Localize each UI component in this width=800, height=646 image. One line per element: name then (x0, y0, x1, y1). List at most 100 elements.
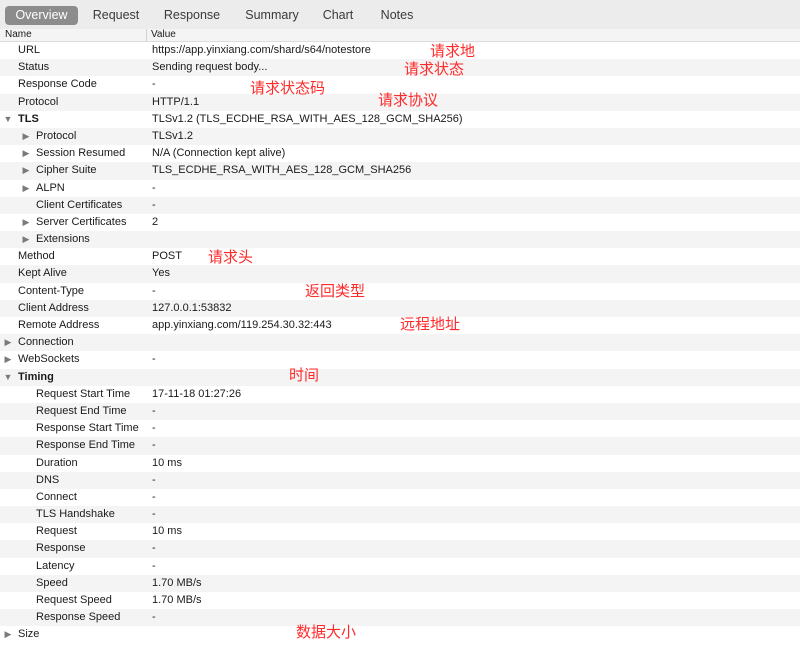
row-name: Request (36, 525, 77, 538)
annotation-content-type: 返回类型 (305, 282, 366, 300)
row-name: Size (18, 628, 40, 641)
table-row[interactable]: ▶ Cipher Suite TLS_ECDHE_RSA_WITH_AES_128_… (0, 162, 800, 180)
disclosure-collapsed-icon[interactable]: ▶ (21, 180, 31, 197)
row-name: Connect (36, 490, 77, 503)
disclosure-collapsed-icon[interactable]: ▶ (21, 145, 31, 162)
table-row[interactable]: Request Start Time 17-11-18 01:27:26 (0, 386, 800, 403)
row-value: - (152, 490, 156, 503)
row-name: Timing (18, 370, 54, 383)
row-name: Connection (18, 336, 74, 349)
disclosure-expanded-icon[interactable]: ▼ (3, 369, 13, 386)
row-value: POST (152, 250, 182, 263)
table-row[interactable]: TLS Handshake - (0, 506, 800, 524)
table-row[interactable]: DNS - (0, 471, 800, 489)
column-divider[interactable] (146, 29, 147, 41)
column-value-header[interactable]: Value (151, 29, 176, 41)
row-value: https://app.yinxiang.com/shard/s64/notes… (152, 44, 371, 56)
row-name: Response (36, 542, 86, 555)
annotation-protocol: 请求协议 (378, 91, 439, 109)
row-value: 127.0.0.1:53832 (152, 301, 232, 314)
table-row[interactable]: Response Start Time - (0, 420, 800, 437)
disclosure-collapsed-icon[interactable]: ▶ (3, 334, 13, 351)
tab-overview[interactable]: Overview (5, 6, 78, 25)
row-name: DNS (36, 473, 60, 486)
table-row[interactable]: Response - (0, 540, 800, 558)
row-value: - (152, 611, 156, 624)
table-row[interactable]: Method POST (0, 248, 800, 265)
disclosure-collapsed-icon[interactable]: ▶ (3, 351, 13, 368)
table-row[interactable]: ▶ Protocol TLSv1.2 (0, 127, 800, 146)
row-value: - (152, 542, 156, 555)
tab-response[interactable]: Response (160, 6, 224, 25)
row-value: 17-11-18 01:27:26 (152, 387, 242, 400)
row-name: Latency (36, 559, 75, 572)
column-name-header[interactable]: Name (5, 29, 32, 41)
table-row[interactable]: Content-Type - (0, 283, 800, 300)
row-name: Remote Address (18, 319, 100, 331)
row-value: Yes (152, 267, 170, 280)
tab-request[interactable]: Request (86, 6, 146, 25)
disclosure-collapsed-icon[interactable]: ▶ (21, 162, 31, 179)
annotation-status: 请求状态 (404, 60, 465, 78)
tab-notes[interactable]: Notes (375, 6, 419, 25)
table-row[interactable]: Client Certificates - (0, 196, 800, 214)
row-value: Sending request body... (152, 61, 268, 74)
table-row[interactable]: ▶ Server Certificates 2 (0, 214, 800, 231)
row-value: 10 ms (152, 456, 182, 469)
disclosure-collapsed-icon[interactable]: ▶ (21, 214, 31, 231)
row-name: Content-Type (18, 284, 85, 297)
table-row[interactable]: ▶ WebSockets - (0, 351, 800, 368)
table-row[interactable]: ▶ Extensions (0, 231, 800, 249)
table-row[interactable]: ▶ ALPN - (0, 180, 800, 197)
row-name: Cipher Suite (36, 164, 97, 177)
row-name: Response End Time (36, 439, 136, 452)
row-value: - (152, 284, 156, 297)
row-value: TLS_ECDHE_RSA_WITH_AES_128_GCM_SHA256 (152, 164, 412, 177)
table-row[interactable]: Status Sending request body... (0, 59, 800, 77)
disclosure-collapsed-icon[interactable]: ▶ (21, 231, 31, 248)
table-row[interactable]: ▶ Session Resumed N/A (Connection kept ali… (0, 145, 800, 162)
table-row[interactable]: Request Speed 1.70 MB/s (0, 592, 800, 609)
tab-bar: Overview Request Response Summary Chart … (0, 0, 800, 30)
row-value: HTTP/1.1 (152, 95, 200, 108)
row-name: ALPN (36, 181, 65, 194)
disclosure-collapsed-icon[interactable]: ▶ (21, 128, 31, 145)
table-row[interactable]: Duration 10 ms (0, 455, 800, 472)
row-name: Extensions (36, 233, 90, 246)
table-row[interactable]: ▼ Timing (0, 368, 800, 386)
row-name: Response Start Time (36, 422, 139, 435)
row-value: TLSv1.2 (TLS_ECDHE_RSA_WITH_AES_128_GCM_… (152, 112, 463, 125)
table-row[interactable]: Request End Time - (0, 402, 800, 421)
table-row[interactable]: Request 10 ms (0, 523, 800, 540)
row-name: Session Resumed (36, 147, 126, 160)
table-row[interactable]: URL https://app.yinxiang.com/shard/s64/no… (0, 42, 800, 59)
disclosure-expanded-icon[interactable]: ▼ (3, 111, 13, 128)
row-value: - (152, 559, 156, 572)
table-row[interactable]: Connect - (0, 489, 800, 506)
row-value: - (152, 353, 156, 366)
properties-table: URL https://app.yinxiang.com/shard/s64/no… (0, 42, 800, 644)
table-row[interactable]: ▶ Connection (0, 334, 800, 352)
table-row[interactable]: Kept Alive Yes (0, 265, 800, 283)
table-row[interactable]: Latency - (0, 558, 800, 575)
annotation-remote-address: 远程地址 (400, 315, 461, 333)
disclosure-collapsed-icon[interactable]: ▶ (3, 626, 13, 643)
row-value: app.yinxiang.com/119.254.30.32:443 (152, 319, 332, 331)
row-value: N/A (Connection kept alive) (152, 147, 286, 160)
row-name: Protocol (18, 95, 59, 108)
row-name: TLS Handshake (36, 508, 115, 521)
table-row[interactable]: Response Speed - (0, 609, 800, 627)
row-name: Kept Alive (18, 267, 67, 280)
tab-summary[interactable]: Summary (240, 6, 304, 25)
table-row[interactable]: ▶ Size (0, 626, 800, 643)
row-name: Request Start Time (36, 387, 131, 400)
tab-chart[interactable]: Chart (318, 6, 358, 25)
row-name: Protocol (36, 129, 77, 142)
column-header: Name Value (0, 29, 800, 42)
row-value: - (152, 473, 156, 486)
table-row[interactable]: ▼ TLS TLSv1.2 (TLS_ECDHE_RSA_WITH_AES_128_… (0, 111, 800, 128)
row-value: 10 ms (152, 525, 182, 538)
annotation-size: 数据大小 (296, 623, 357, 641)
table-row[interactable]: Speed 1.70 MB/s (0, 574, 800, 592)
table-row[interactable]: Response End Time - (0, 437, 800, 455)
